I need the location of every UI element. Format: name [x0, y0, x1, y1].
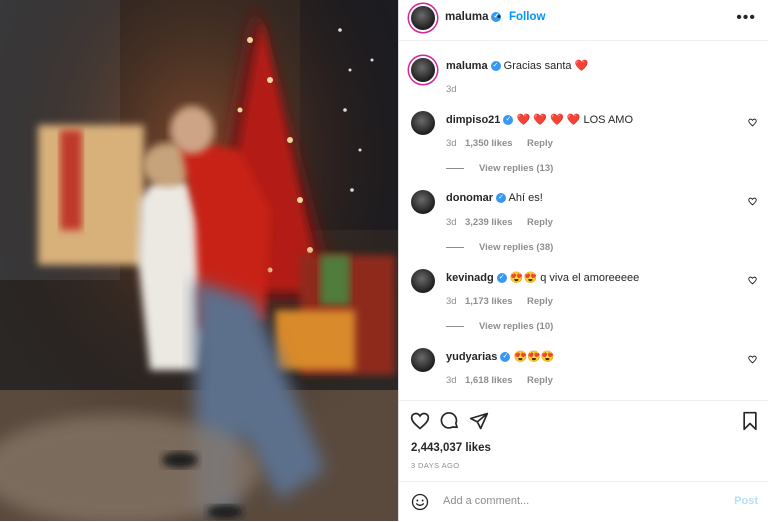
caption-avatar[interactable]	[411, 58, 435, 82]
view-replies-button[interactable]: View replies (10)	[479, 321, 553, 332]
commenter-avatar[interactable]	[411, 269, 435, 293]
verified-icon: ✓	[496, 273, 507, 284]
comment-username[interactable]: yudyarias	[446, 351, 497, 363]
comment-time[interactable]: 3d	[446, 138, 457, 149]
verified-icon: ✓	[500, 352, 511, 363]
comment-username[interactable]: kevinadg	[446, 272, 494, 284]
comment-line: kevinadg ✓ 😍😍 q viva el amoreeeee	[446, 271, 639, 284]
separator-dot: •	[497, 11, 501, 23]
comment-like-heart-icon[interactable]	[748, 276, 757, 285]
caption-time[interactable]: 3d	[446, 84, 457, 95]
reply-button[interactable]: Reply	[527, 296, 553, 307]
view-replies-line	[446, 326, 464, 327]
author-username-text[interactable]: maluma	[445, 11, 488, 23]
save-bookmark-icon[interactable]	[740, 411, 760, 431]
comment-text: 😍😍 q viva el amoreeeee	[509, 272, 640, 284]
post-details-panel: maluma ✓ • Follow ••• maluma ✓ Gracias san…	[398, 0, 768, 521]
reply-button[interactable]: Reply	[527, 138, 553, 149]
instagram-post: maluma ✓ • Follow ••• maluma ✓ Gracias san…	[0, 0, 768, 521]
comment-text: ❤️ ❤️ ❤️ ❤️ LOS AMO	[516, 114, 633, 126]
more-options-icon[interactable]: •••	[736, 9, 756, 27]
post-comment-button[interactable]: Post	[734, 495, 758, 507]
post-header: maluma ✓ • Follow •••	[399, 0, 768, 41]
comment-username[interactable]: dimpiso21	[446, 114, 500, 126]
verified-icon: ✓	[496, 193, 507, 204]
like-heart-icon[interactable]	[410, 411, 430, 431]
comment-likes[interactable]: 3,239 likes	[465, 217, 513, 228]
share-paper-plane-icon[interactable]	[469, 411, 489, 431]
commenter-avatar[interactable]	[411, 190, 435, 214]
comment-username[interactable]: donomar	[446, 192, 493, 204]
christmas-couple-photo	[0, 0, 398, 521]
caption-text: Gracias santa	[503, 60, 572, 72]
comment-like-heart-icon[interactable]	[748, 355, 757, 364]
caption-username[interactable]: maluma	[446, 60, 488, 72]
commenter-avatar[interactable]	[411, 348, 435, 372]
comment-time[interactable]: 3d	[446, 375, 457, 386]
view-replies-line	[446, 168, 464, 169]
comment-line: dimpiso21 ✓ ❤️ ❤️ ❤️ ❤️ LOS AMO	[446, 113, 633, 126]
author-avatar[interactable]	[411, 6, 435, 30]
verified-icon: ✓	[490, 61, 501, 72]
reply-button[interactable]: Reply	[527, 217, 553, 228]
post-age[interactable]: 3 DAYS AGO	[411, 461, 459, 470]
comment-text: Ahí es!	[508, 192, 543, 204]
emoji-smiley-icon[interactable]	[411, 493, 429, 511]
comment-like-heart-icon[interactable]	[748, 197, 757, 206]
post-photo[interactable]	[0, 0, 398, 521]
comment-time[interactable]: 3d	[446, 296, 457, 307]
commenter-avatar[interactable]	[411, 111, 435, 135]
likes-count[interactable]: 2,443,037 likes	[411, 442, 491, 454]
reply-button[interactable]: Reply	[527, 375, 553, 386]
add-comment-bar: Post	[399, 481, 768, 522]
comment-likes[interactable]: 1,173 likes	[465, 296, 513, 307]
comment-input[interactable]	[441, 494, 725, 508]
comment-line: donomar ✓ Ahí es!	[446, 192, 543, 204]
verified-icon: ✓	[503, 115, 514, 126]
caption-emoji: ❤️	[574, 60, 589, 72]
view-replies-button[interactable]: View replies (13)	[479, 163, 553, 174]
author-username[interactable]: maluma ✓	[445, 11, 502, 23]
follow-button[interactable]: Follow	[509, 11, 545, 23]
comment-likes[interactable]: 1,350 likes	[465, 138, 513, 149]
view-replies-button[interactable]: View replies (38)	[479, 242, 553, 253]
comment-line: yudyarias ✓ 😍😍😍	[446, 350, 555, 363]
comment-likes[interactable]: 1,618 likes	[465, 375, 513, 386]
comment-bubble-icon[interactable]	[440, 411, 460, 431]
comment-time[interactable]: 3d	[446, 217, 457, 228]
comment-text: 😍😍😍	[513, 351, 555, 363]
action-bar: 2,443,037 likes 3 DAYS AGO	[399, 400, 768, 470]
comment-like-heart-icon[interactable]	[748, 118, 757, 127]
view-replies-line	[446, 247, 464, 248]
caption-line: maluma ✓ Gracias santa ❤️	[446, 59, 588, 72]
